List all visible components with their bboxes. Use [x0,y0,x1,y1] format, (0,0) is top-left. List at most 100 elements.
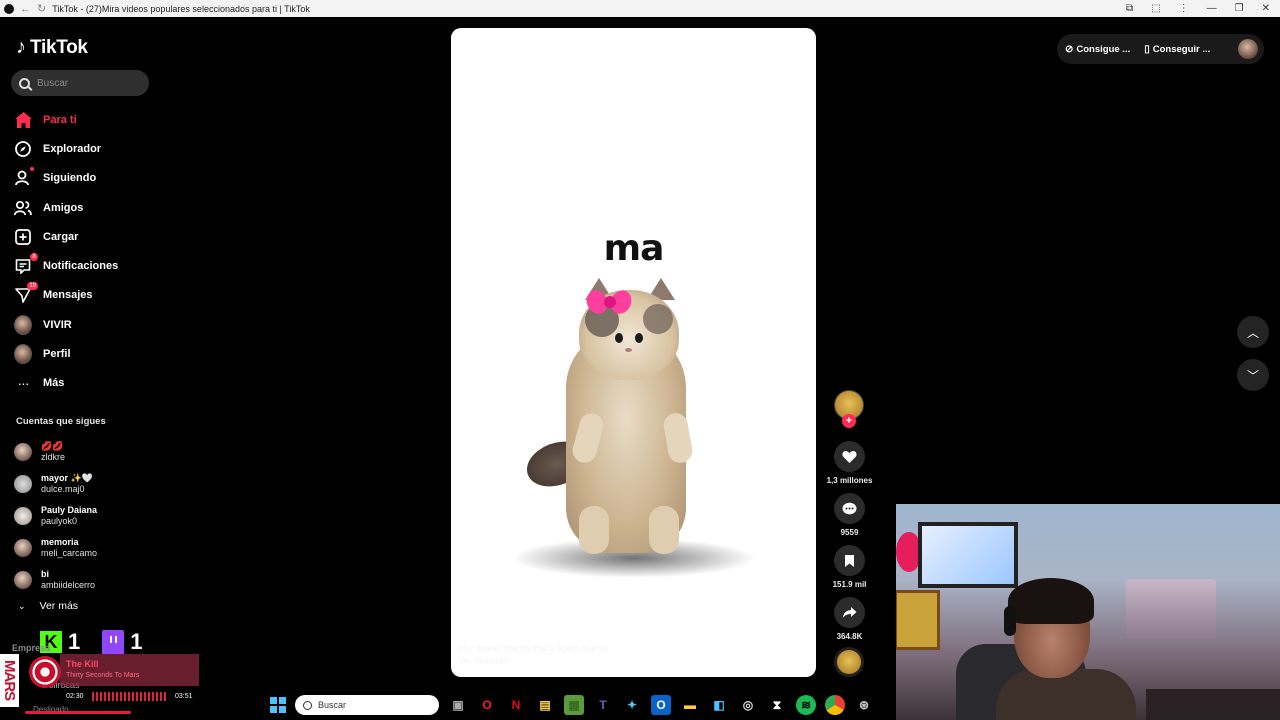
sidebar-item-amigos[interactable]: Amigos [14,193,118,222]
following-account[interactable]: bi ambiidelcerro [14,564,97,596]
following-accounts-title: Cuentas que sigues [16,416,106,427]
cat-eye [615,333,623,343]
video-hashtags[interactable]: #fyp #parati #michis #fypシ #gato #humor [459,643,607,654]
following-account[interactable]: 💋💋 zldkre [14,436,97,468]
background-monitor [918,522,1018,588]
see-more-button[interactable]: ⌄ Ver más [18,600,78,612]
cat-eye [635,333,643,343]
sidebar-item-explorador[interactable]: Explorador [14,134,118,163]
copilot-icon[interactable]: ✦ [622,695,642,715]
wall-poster [896,590,940,650]
comment-action[interactable]: 9559 [822,493,877,537]
restore-button[interactable]: ❐ [1235,3,1244,14]
teams-icon[interactable]: T [593,695,613,715]
profile-avatar [14,344,32,365]
sound-disc-icon[interactable] [834,647,864,677]
home-icon [14,111,32,129]
sidebar-item-perfil[interactable]: Perfil [14,339,118,368]
sidebar-item-cargar[interactable]: Cargar [14,222,118,251]
cat-fur-patch [643,304,673,334]
back-arrow-icon[interactable]: ← [20,3,31,15]
album-disc-icon [29,656,61,688]
sidebar-item-mensajes[interactable]: 19 Mensajes [14,281,118,310]
sidebar-item-vivir[interactable]: VIVIR [14,310,118,339]
account-avatar [14,571,32,589]
like-action[interactable]: 1,3 millones [822,441,877,485]
close-button[interactable]: ✕ [1262,3,1270,14]
minecraft-icon[interactable]: ▦ [564,695,584,715]
refresh-icon[interactable]: ↻ [37,2,46,15]
account-avatar [14,507,32,525]
tiktok-favicon-icon [4,3,14,14]
netflix-icon[interactable]: N [506,695,526,715]
following-accounts-list: 💋💋 zldkre mayor ✨🤍 dulce.maj0 Pauly Daiana… [14,436,97,596]
menu-dots-icon[interactable]: ⋮ [1179,3,1189,14]
chrome-icon[interactable] [825,695,845,715]
twitch-icon [102,630,125,654]
sidebar-item-mas[interactable]: ··· Más [14,369,118,398]
video-navigation: ︿ ﹀ [1237,316,1269,402]
audio-waveform [92,692,168,701]
following-account[interactable]: memoria meli_carcamo [14,532,97,564]
streamer-hair [1008,578,1094,624]
song-progress-bar [25,711,131,714]
bookmark-icon [834,545,865,576]
coin-icon: ⊘ [1065,43,1074,55]
task-view-icon[interactable]: ▣ [448,695,468,715]
share-icon [834,597,865,628]
search-icon [19,77,30,89]
total-time: 03:51 [175,693,193,700]
sidebar-item-para-ti[interactable]: Para ti [14,105,118,134]
sidebar-item-notificaciones[interactable]: 8 Notificaciones [14,251,118,280]
user-avatar[interactable] [1238,39,1258,59]
get-coins-button[interactable]: ⊘ Consigue ... [1065,44,1130,55]
figure-shelf [1126,579,1216,639]
extensions-icon[interactable]: ⬚ [1151,3,1160,14]
previous-video-button[interactable]: ︿ [1237,316,1269,348]
sidebar-item-siguiendo[interactable]: Siguiendo [14,164,118,193]
search-input[interactable] [37,77,137,89]
tiktok-logo[interactable]: ♪ TikTok [16,36,88,59]
snipping-icon[interactable]: ◧ [709,695,729,715]
webcam-overlay [896,504,1280,720]
now-playing-widget: MARS The Kill Thirty Seconds To Mars 02:… [0,654,200,720]
notifications-icon: 8 [14,253,38,275]
outlook-icon[interactable]: O [651,695,671,715]
steam-icon[interactable]: ⊛ [854,695,874,715]
file-explorer-icon[interactable]: ▬ [680,695,700,715]
store-icon[interactable]: ▤ [535,695,555,715]
opera-icon[interactable]: O [477,695,497,715]
video-player[interactable]: ma #fyp #parati #michis #fypシ #gato #hum… [451,28,816,677]
account-avatar [14,443,32,461]
chevron-down-icon: ﹀ [1246,368,1259,383]
empresa-link[interactable]: Empresa [12,643,50,653]
translate-icon[interactable]: ⧉ [1126,3,1133,14]
capcut-icon[interactable]: ⧗ [767,695,787,715]
minimize-button[interactable]: — [1207,3,1217,14]
save-action[interactable]: 151.9 mil [822,545,877,589]
following-account[interactable]: mayor ✨🤍 dulce.maj0 [14,468,97,500]
messages-badge: 19 [27,282,38,291]
get-app-button[interactable]: ▯ Conseguir ... [1144,44,1210,55]
share-action[interactable]: 364.8K [822,597,877,641]
following-account[interactable]: Pauly Daiana paulyok0 [14,500,97,532]
pink-bow-icon [582,284,636,320]
windows-taskbar: Buscar ▣ O N ▤ ▦ T ✦ O ▬ ◧ ◎ ⧗ ≋ ⊛ [270,690,874,720]
search-box[interactable] [11,70,149,96]
see-translation-link[interactable]: Ver traducción [459,656,510,665]
next-video-button[interactable]: ﹀ [1237,359,1269,391]
headset-icon [1004,606,1016,636]
taskbar-search[interactable]: Buscar [295,695,439,715]
spotify-icon[interactable]: ≋ [796,695,816,715]
heart-icon [834,441,865,472]
live-avatar [14,314,32,335]
comments-count: 9559 [840,528,859,537]
upload-icon [14,228,32,246]
obs-icon[interactable]: ◎ [738,695,758,715]
more-icon: ··· [17,375,30,392]
notifications-badge: 8 [30,253,38,262]
follow-plus-icon[interactable]: + [842,414,856,428]
window-title: TikTok - (27)Mira videos populares selec… [52,3,310,14]
windows-start-icon[interactable] [270,697,286,713]
messages-icon: 19 [14,282,38,304]
